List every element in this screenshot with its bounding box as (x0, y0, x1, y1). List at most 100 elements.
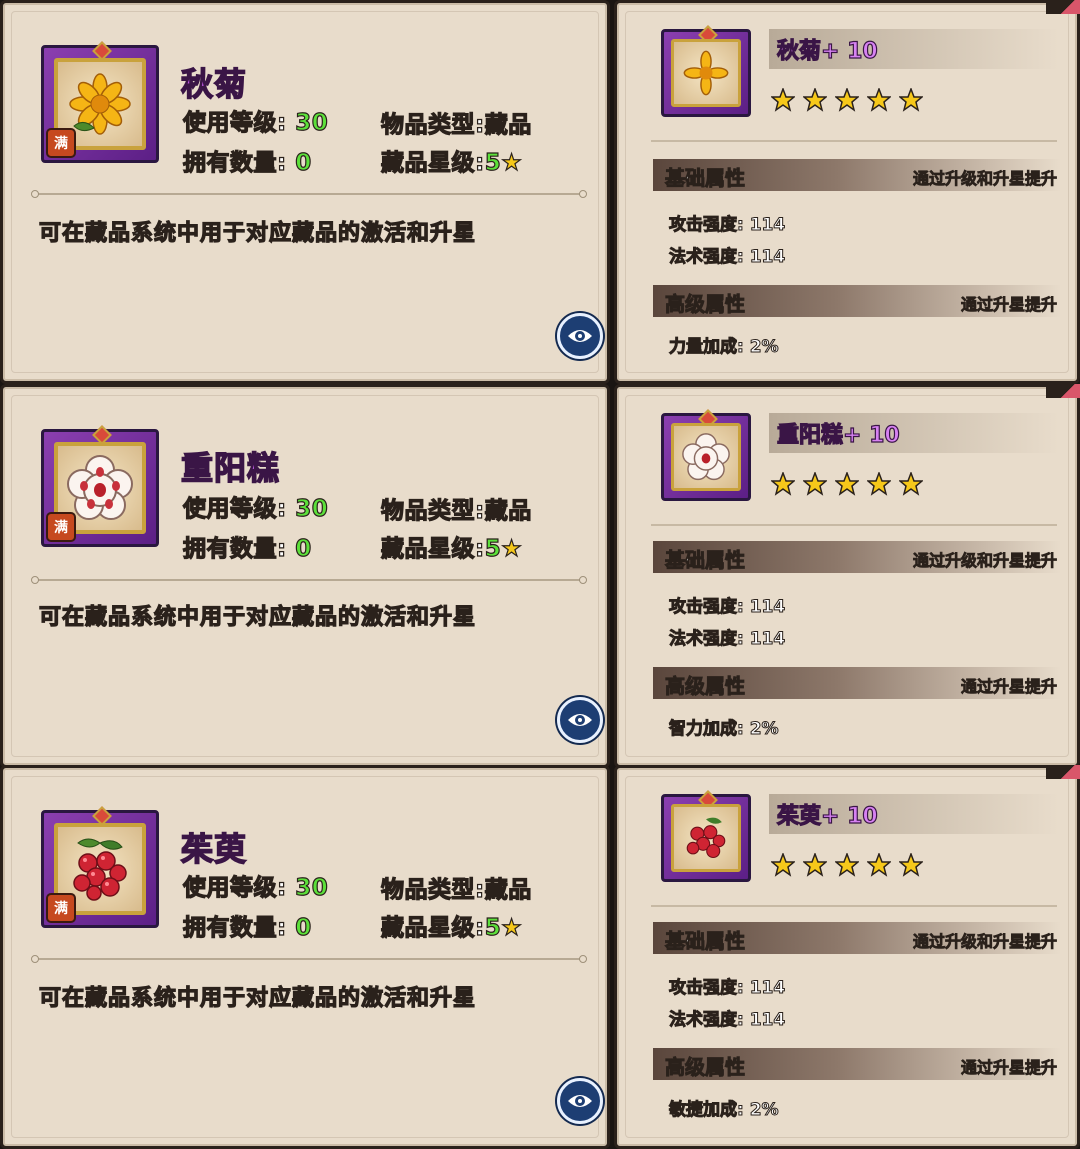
item-title: 茱萸+ 10 (776, 803, 878, 829)
view-detail-button[interactable] (557, 1078, 603, 1124)
basic-attr-hint: 通过升级和升星提升 (912, 551, 1058, 571)
item-icon-frame: 满 (41, 425, 159, 547)
basic-attr-header: 基础属性 通过升级和升星提升 (653, 159, 1061, 191)
star-icon (771, 472, 795, 496)
item-icon-frame (661, 790, 751, 882)
magic-power: 法术强度: 114 (668, 247, 786, 268)
star-icon (771, 853, 795, 877)
view-detail-button[interactable] (557, 313, 603, 359)
collect-star-value: 5 (484, 149, 502, 176)
attack-power: 攻击强度: 114 (668, 597, 786, 618)
basic-attr-hint: 通过升级和升星提升 (912, 169, 1058, 189)
star-icon (835, 853, 859, 877)
star-icon (867, 472, 891, 496)
corner-ribbon (1046, 765, 1080, 779)
divider (651, 140, 1057, 142)
attack-power: 攻击强度: 114 (668, 978, 786, 999)
item-title: 重阳糕+ 10 (776, 422, 900, 448)
title-bar: 茱萸+ 10 (769, 794, 1059, 834)
star-icon (803, 472, 827, 496)
use-level: 使用等级: 30 (182, 489, 329, 523)
max-badge: 满 (46, 893, 76, 923)
star-icon: ★ (501, 914, 523, 941)
basic-attr-header: 基础属性 通过升级和升星提升 (653, 922, 1061, 954)
double-ninth-cake-icon (671, 423, 741, 491)
star-icon (771, 88, 795, 112)
owned-count: 拥有数量: 0 (182, 529, 312, 563)
star-icon (803, 853, 827, 877)
bonus-stat: 敏捷加成: 2% (669, 1100, 780, 1121)
basic-attr-hint: 通过升级和升星提升 (912, 932, 1058, 952)
star-icon (899, 472, 923, 496)
item-type-value: 藏品 (484, 111, 532, 138)
star-icon (899, 853, 923, 877)
divider (31, 955, 587, 963)
divider (31, 190, 587, 198)
item-type: 物品类型:藏品 (380, 105, 532, 139)
bonus-stat: 力量加成: 2% (669, 337, 780, 358)
owned-label: 拥有数量: (182, 535, 287, 562)
item-icon-frame (661, 409, 751, 501)
owned-value: 0 (295, 914, 312, 941)
owned-label: 拥有数量: (182, 149, 287, 176)
star-icon (867, 853, 891, 877)
owned-value: 0 (295, 149, 312, 176)
item-type: 物品类型:藏品 (380, 491, 532, 525)
use-level: 使用等级: 30 (182, 103, 329, 137)
magic-power: 法术强度: 114 (668, 629, 786, 650)
use-level-label: 使用等级: (182, 495, 287, 522)
use-level-value: 30 (295, 109, 329, 136)
item-attribute-panel-dogwood: 茱萸+ 10 基础属性 通过升级和升星提升 攻击强度: 114 法术强度: 114… (614, 765, 1080, 1149)
use-level-value: 30 (295, 495, 329, 522)
star-rating (771, 88, 923, 112)
corner-ribbon (1046, 0, 1080, 14)
collect-star: 藏品星级:5★ (380, 908, 523, 942)
basic-attr-header: 基础属性 通过升级和升星提升 (653, 541, 1061, 573)
view-detail-button[interactable] (557, 697, 603, 743)
title-bar: 重阳糕+ 10 (769, 413, 1059, 453)
item-detail-panel-dogwood: 满 茱萸 使用等级: 30 拥有数量: 0 物品类型:藏品 藏品星级:5★ 可在… (0, 765, 610, 1149)
item-type-label: 物品类型: (380, 876, 485, 903)
max-badge: 满 (46, 512, 76, 542)
star-icon (803, 88, 827, 112)
star-icon: ★ (501, 535, 523, 562)
item-name: 茱萸 (180, 829, 248, 869)
collect-star-label: 藏品星级: (380, 914, 485, 941)
star-icon (835, 472, 859, 496)
owned-value: 0 (295, 535, 312, 562)
collect-star-value: 5 (484, 535, 502, 562)
item-title: 秋菊+ 10 (776, 38, 878, 64)
item-name: 重阳糕 (180, 448, 281, 488)
collect-star: 藏品星级:5★ (380, 529, 523, 563)
owned-label: 拥有数量: (182, 914, 287, 941)
eye-icon (568, 1095, 592, 1107)
use-level: 使用等级: 30 (182, 868, 328, 902)
star-icon (899, 88, 923, 112)
star-icon (867, 88, 891, 112)
adv-attr-hint: 通过升星提升 (960, 1058, 1058, 1078)
item-type-label: 物品类型: (380, 497, 485, 524)
collect-star-label: 藏品星级: (380, 149, 485, 176)
star-icon (835, 88, 859, 112)
dogwood-berry-icon (671, 804, 741, 872)
item-type-value: 藏品 (484, 497, 532, 524)
adv-attr-title: 高级属性 (665, 1055, 746, 1080)
item-attribute-panel-chrysanthemum: 秋菊+ 10 基础属性 通过升级和升星提升 攻击强度: 114 法术强度: 114… (614, 0, 1080, 384)
item-detail-panel-chrysanthemum: 满 秋菊 使用等级: 30 拥有数量: 0 物品类型:藏品 藏品星级:5★ 可在… (0, 0, 610, 384)
bonus-stat: 智力加成: 2% (669, 719, 780, 740)
advanced-attr-header: 高级属性 通过升星提升 (653, 285, 1061, 317)
adv-attr-hint: 通过升星提升 (960, 677, 1058, 697)
basic-attr-title: 基础属性 (665, 929, 746, 954)
collect-star-label: 藏品星级: (380, 535, 485, 562)
adv-attr-title: 高级属性 (665, 292, 746, 317)
collect-star: 藏品星级:5★ (380, 143, 522, 177)
item-detail-panel-cake: 满 重阳糕 使用等级: 30 拥有数量: 0 物品类型:藏品 藏品星级:5★ 可… (0, 384, 610, 768)
item-type-label: 物品类型: (380, 111, 485, 138)
item-icon-frame: 满 (41, 806, 159, 928)
eye-icon (568, 714, 592, 726)
item-type-value: 藏品 (484, 876, 532, 903)
item-icon-frame: 满 (41, 41, 159, 163)
chrysanthemum-icon (671, 39, 741, 107)
advanced-attr-header: 高级属性 通过升星提升 (653, 667, 1061, 699)
item-description: 可在藏品系统中用于对应藏品的激活和升星 (38, 985, 477, 1011)
